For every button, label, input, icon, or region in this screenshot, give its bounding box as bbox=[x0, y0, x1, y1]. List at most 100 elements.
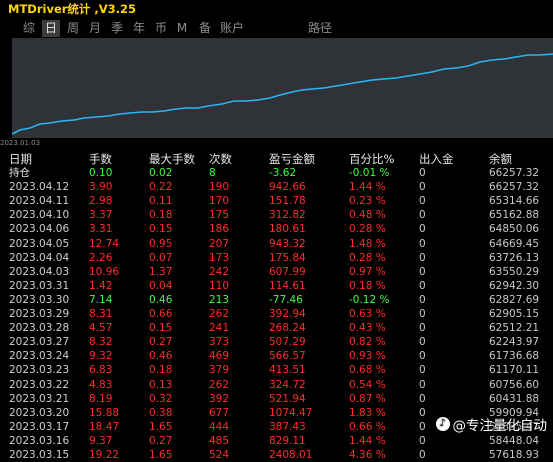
cell-pl: 114.61 bbox=[269, 279, 306, 292]
cell-balance: 62827.69 bbox=[489, 293, 540, 306]
holding-count: 8 bbox=[209, 167, 216, 180]
cell-hands: 2.98 bbox=[89, 195, 113, 208]
cell-pl: 521.94 bbox=[269, 392, 306, 405]
holding-balance: 66257.32 bbox=[489, 167, 540, 180]
cell-inout: 0 bbox=[419, 265, 426, 278]
cell-pct: 1.48 % bbox=[349, 237, 386, 250]
cell-max-hands: 0.18 bbox=[149, 209, 173, 222]
cell-date: 2023.03.23 bbox=[9, 364, 70, 377]
cell-max-hands: 0.66 bbox=[149, 308, 173, 321]
tab-5[interactable]: 年 bbox=[130, 20, 148, 37]
cell-count: 392 bbox=[209, 392, 230, 405]
cell-max-hands: 0.13 bbox=[149, 378, 173, 391]
cell-count: 262 bbox=[209, 308, 230, 321]
table-row[interactable]: 2023.04.11 2.98 0.11 170 151.78 0.23 % 0 65314.… bbox=[0, 194, 553, 208]
holding-pl: -3.62 bbox=[269, 167, 297, 180]
cell-pl: -77.46 bbox=[269, 293, 303, 306]
cell-hands: 4.57 bbox=[89, 322, 113, 335]
cell-pl: 566.57 bbox=[269, 350, 306, 363]
table-row[interactable]: 2023.04.10 3.37 0.18 175 312.82 0.48 % 0 65162.… bbox=[0, 208, 553, 222]
cell-pct: 0.28 % bbox=[349, 223, 386, 236]
cell-count: 262 bbox=[209, 378, 230, 391]
cell-date: 2023.03.20 bbox=[9, 406, 70, 419]
cell-pct: 0.28 % bbox=[349, 251, 386, 264]
cell-date: 2023.03.27 bbox=[9, 336, 70, 349]
cell-pct: 0.93 % bbox=[349, 350, 386, 363]
cell-max-hands: 1.37 bbox=[149, 265, 173, 278]
tab-8[interactable]: 备 bbox=[196, 20, 214, 37]
balance-curve-panel bbox=[12, 38, 553, 138]
cell-hands: 8.19 bbox=[89, 392, 113, 405]
cell-date: 2023.04.06 bbox=[9, 223, 70, 236]
header-count[interactable]: 次数 bbox=[209, 152, 232, 166]
cell-inout: 0 bbox=[419, 293, 426, 306]
tab-4[interactable]: 季 bbox=[108, 20, 126, 37]
header-max-hands[interactable]: 最大手数 bbox=[149, 152, 195, 166]
tab-2[interactable]: 周 bbox=[64, 20, 82, 37]
table-row[interactable]: 2023.04.05 12.74 0.95 207 943.32 1.48 % 0 64669… bbox=[0, 237, 553, 251]
table-row[interactable]: 2023.04.04 2.26 0.07 173 175.84 0.28 % 0 63726.… bbox=[0, 251, 553, 265]
cell-pl: 324.72 bbox=[269, 378, 306, 391]
cell-max-hands: 0.22 bbox=[149, 181, 173, 194]
table-row[interactable]: 2023.03.27 8.32 0.27 373 507.29 0.82 % 0 62243.… bbox=[0, 335, 553, 349]
cell-count: 170 bbox=[209, 195, 230, 208]
cell-hands: 3.31 bbox=[89, 223, 113, 236]
holding-row[interactable]: 持仓 0.10 0.02 8 -3.62 -0.01 % 0 66257.32 bbox=[0, 166, 553, 180]
tab-6[interactable]: 币 bbox=[152, 20, 170, 37]
cell-inout: 0 bbox=[419, 308, 426, 321]
cell-pct: 0.82 % bbox=[349, 336, 386, 349]
cell-pl: 151.78 bbox=[269, 195, 306, 208]
tab-1[interactable]: 日 bbox=[42, 20, 60, 37]
table-row[interactable]: 2023.03.23 6.83 0.18 379 413.51 0.68 % 0 61170.… bbox=[0, 363, 553, 377]
cell-pct: 0.18 % bbox=[349, 279, 386, 292]
header-pl[interactable]: 盈亏金额 bbox=[269, 152, 315, 166]
tab-3[interactable]: 月 bbox=[86, 20, 104, 37]
table-row[interactable]: 2023.03.29 8.31 0.66 262 392.94 0.63 % 0 62905.… bbox=[0, 307, 553, 321]
cell-pct: 0.54 % bbox=[349, 378, 386, 391]
tab-9[interactable]: 账户 bbox=[218, 20, 246, 37]
cell-pl: 268.24 bbox=[269, 322, 306, 335]
holding-max-hands: 0.02 bbox=[149, 167, 173, 180]
cell-count: 173 bbox=[209, 251, 230, 264]
tab-7[interactable]: M bbox=[176, 20, 188, 37]
tab-bar: 综日周月季年币 M 备账户 路径 bbox=[0, 20, 553, 38]
cell-date: 2023.04.11 bbox=[9, 195, 70, 208]
tab-0[interactable]: 综 bbox=[20, 20, 38, 37]
header-date[interactable]: 日期 bbox=[9, 152, 32, 166]
cell-hands: 2.26 bbox=[89, 251, 113, 264]
cell-balance: 65314.66 bbox=[489, 195, 540, 208]
table-row[interactable]: 2023.03.21 8.19 0.32 392 521.94 0.87 % 0 60431.… bbox=[0, 392, 553, 406]
table-row[interactable]: 2023.03.28 4.57 0.15 241 268.24 0.43 % 0 62512.… bbox=[0, 321, 553, 335]
header-pct[interactable]: 百分比% bbox=[349, 152, 394, 166]
cell-max-hands: 0.04 bbox=[149, 279, 173, 292]
cell-balance: 62512.21 bbox=[489, 322, 540, 335]
cell-date: 2023.04.03 bbox=[9, 265, 70, 278]
cell-count: 373 bbox=[209, 336, 230, 349]
table-row[interactable]: 2023.04.12 3.90 0.22 190 942.66 1.44 % 0 66257.… bbox=[0, 180, 553, 194]
cell-max-hands: 0.18 bbox=[149, 364, 173, 377]
header-inout[interactable]: 出入金 bbox=[419, 152, 454, 166]
header-balance[interactable]: 余额 bbox=[489, 152, 512, 166]
table-row[interactable]: 2023.03.24 9.32 0.46 469 566.57 0.93 % 0 61736.… bbox=[0, 349, 553, 363]
cell-hands: 1.42 bbox=[89, 279, 113, 292]
table-row[interactable]: 2023.04.03 10.96 1.37 242 607.99 0.97 % 0 63550… bbox=[0, 265, 553, 279]
cell-hands: 3.90 bbox=[89, 181, 113, 194]
cell-pct: 1.44 % bbox=[349, 181, 386, 194]
table-row[interactable]: 2023.03.22 4.83 0.13 262 324.72 0.54 % 0 60756.… bbox=[0, 378, 553, 392]
cell-inout: 0 bbox=[419, 223, 426, 236]
header-hands[interactable]: 手数 bbox=[89, 152, 112, 166]
cell-pct: 0.68 % bbox=[349, 364, 386, 377]
cell-hands: 8.32 bbox=[89, 336, 113, 349]
cell-pct: -0.12 % bbox=[349, 293, 390, 306]
table-row[interactable]: 2023.04.06 3.31 0.15 186 180.61 0.28 % 0 64850.… bbox=[0, 222, 553, 236]
cell-inout: 0 bbox=[419, 195, 426, 208]
balance-curve-line bbox=[12, 53, 553, 135]
cell-max-hands: 0.15 bbox=[149, 223, 173, 236]
table-row[interactable]: 2023.03.31 1.42 0.04 110 114.61 0.18 % 0 62942.… bbox=[0, 279, 553, 293]
cell-max-hands: 0.46 bbox=[149, 293, 173, 306]
cell-balance: 62942.30 bbox=[489, 279, 540, 292]
table-row[interactable]: 2023.03.30 7.14 0.46 213 -77.46 -0.12 % 0 62827… bbox=[0, 293, 553, 307]
tab-10[interactable]: 路径 bbox=[306, 20, 334, 37]
table-row[interactable]: 2023.03.16 9.37 0.27 485 829.11 1.44 % 0 58448.… bbox=[0, 434, 553, 448]
cell-pl: 607.99 bbox=[269, 265, 306, 278]
